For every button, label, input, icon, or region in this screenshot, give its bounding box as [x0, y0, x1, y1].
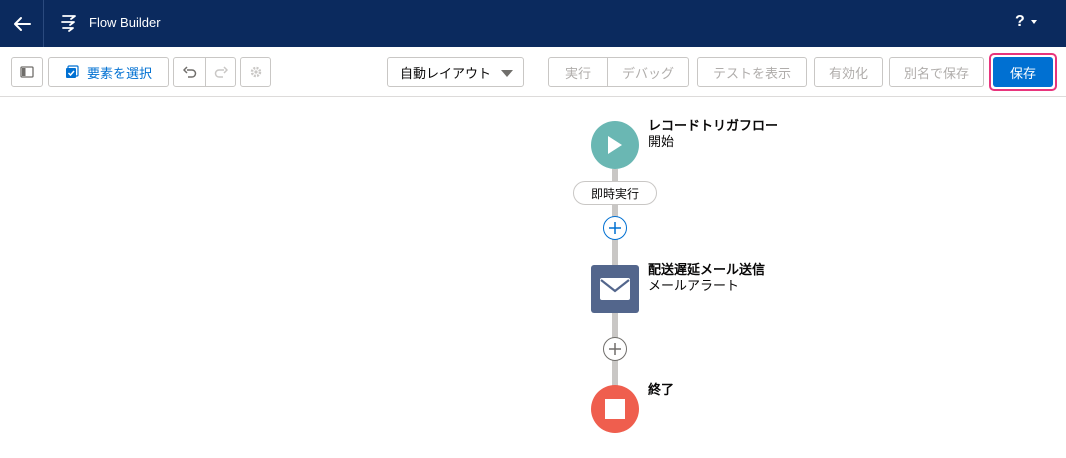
start-node-subtitle: 開始 — [648, 134, 675, 149]
play-icon — [608, 136, 622, 154]
panel-icon — [20, 66, 34, 78]
chevron-down-icon — [1030, 20, 1037, 24]
start-node-label: レコードトリガフロー 開始 — [648, 118, 778, 150]
stop-icon — [605, 399, 625, 419]
settings-button[interactable] — [240, 57, 271, 87]
action-node-title: 配送遅延メール送信 — [648, 262, 766, 277]
end-node-title: 終了 — [648, 382, 675, 397]
app-title: Flow Builder — [89, 15, 161, 30]
action-node-subtitle: メールアラート — [648, 278, 740, 293]
add-element-button[interactable] — [603, 337, 627, 361]
save-button[interactable]: 保存 — [993, 57, 1053, 87]
end-node[interactable] — [591, 385, 639, 433]
undo-icon — [182, 66, 196, 78]
plus-icon — [609, 343, 621, 355]
activate-button[interactable]: 有効化 — [814, 57, 883, 87]
save-button-highlight: 保存 — [989, 53, 1057, 91]
flow-builder-icon — [61, 15, 76, 32]
app-header: Flow Builder ? — [0, 0, 1066, 47]
email-icon — [600, 278, 630, 300]
redo-button[interactable] — [205, 58, 235, 86]
undo-redo-group — [173, 57, 236, 87]
layout-select-value: 自動レイアウト — [400, 65, 492, 81]
end-node-label: 終了 — [648, 382, 674, 398]
help-menu-button[interactable]: ? — [1015, 13, 1037, 31]
connector-line — [612, 169, 618, 181]
help-icon: ? — [1015, 13, 1025, 30]
run-button[interactable]: 実行 — [549, 58, 607, 86]
save-as-button[interactable]: 別名で保存 — [889, 57, 984, 87]
undo-button[interactable] — [174, 58, 205, 86]
gear-icon — [250, 66, 261, 78]
add-element-button[interactable] — [603, 216, 627, 240]
toggle-panel-button[interactable] — [11, 57, 43, 87]
start-node-title: レコードトリガフロー — [648, 118, 779, 133]
path-label[interactable]: 即時実行 — [573, 181, 657, 205]
view-tests-button[interactable]: テストを表示 — [697, 57, 807, 87]
flow-canvas[interactable]: レコードトリガフロー 開始 即時実行 配送遅延メール送信 メールアラート 終了 — [0, 98, 1066, 458]
run-debug-group: 実行 デバッグ — [548, 57, 689, 87]
chevron-down-icon — [501, 70, 513, 77]
checkbox-select-icon — [65, 65, 79, 78]
layout-select[interactable]: 自動レイアウト — [387, 57, 524, 87]
toolbar: 要素を選択 自動レイアウト 実行 デバッグ テストを表示 有効化 別名で保存 保… — [0, 47, 1066, 97]
back-button[interactable] — [0, 0, 44, 47]
plus-icon — [609, 222, 621, 234]
select-elements-label: 要素を選択 — [86, 65, 152, 81]
redo-icon — [214, 66, 228, 78]
select-elements-button[interactable]: 要素を選択 — [48, 57, 169, 87]
action-node-label: 配送遅延メール送信 メールアラート — [648, 262, 765, 294]
start-node[interactable] — [591, 121, 639, 169]
action-node[interactable] — [591, 265, 639, 313]
debug-button[interactable]: デバッグ — [607, 58, 688, 86]
back-arrow-icon — [13, 16, 31, 31]
